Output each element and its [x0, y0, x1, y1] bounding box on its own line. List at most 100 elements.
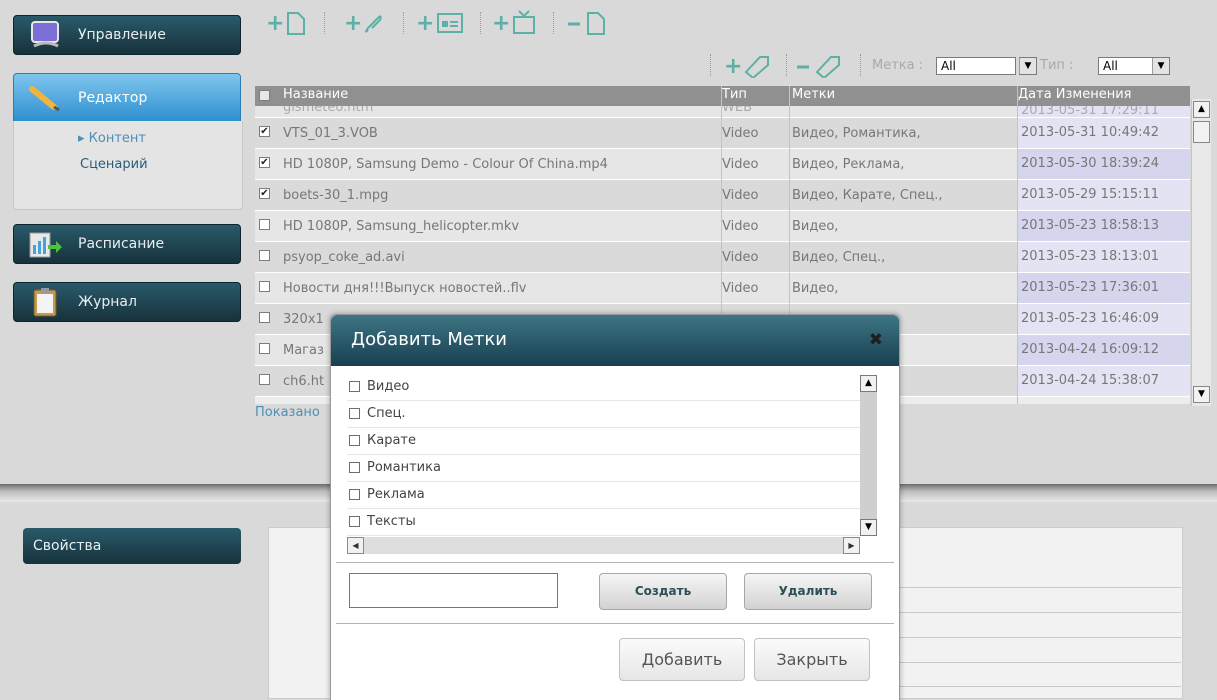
tag-checkbox[interactable]	[349, 462, 360, 473]
properties-line	[896, 637, 1181, 638]
type-filter-label: Тип :	[1040, 58, 1074, 73]
select-all-checkbox[interactable]	[259, 90, 270, 101]
row-checkbox[interactable]	[259, 343, 270, 354]
add-link-button[interactable]: +	[344, 10, 388, 41]
tag-filter-dropdown[interactable]: ▼	[1019, 57, 1037, 75]
cell-tags: Видео, Романтика,	[792, 126, 921, 141]
delete-tag-button[interactable]: Удалить	[744, 573, 872, 610]
properties-line	[896, 686, 1181, 687]
tag-checkbox[interactable]	[349, 435, 360, 446]
row-checkbox[interactable]: ✔	[259, 157, 270, 168]
cell-date: 2013-05-30 18:39:24	[1018, 149, 1190, 179]
tag-list-hscrollbar[interactable]: ◀ ▶	[347, 537, 860, 554]
nav-sub-content[interactable]: ▸ Контент	[78, 131, 146, 146]
tag-checkbox[interactable]	[349, 489, 360, 500]
type-filter-select[interactable]: All ▼	[1098, 57, 1170, 75]
table-scrollbar[interactable]: ▲ ▼	[1191, 99, 1211, 406]
toolbar-separator	[553, 12, 555, 34]
tag-list-scrollbar[interactable]: ▲ ▼	[860, 375, 877, 536]
col-type-header[interactable]: Тип	[722, 87, 747, 102]
tag-list-item[interactable]: Реклама	[347, 483, 860, 509]
nav-journal-label: Журнал	[78, 294, 137, 310]
svg-text:+: +	[724, 54, 742, 78]
cell-name: ch6.ht	[283, 374, 325, 389]
tag-list-item[interactable]: Романтика	[347, 456, 860, 482]
scroll-down-icon[interactable]: ▼	[860, 519, 877, 536]
tag-list-item[interactable]: Карате	[347, 429, 860, 455]
row-checkbox[interactable]: ✔	[259, 126, 270, 137]
remove-file-button[interactable]	[566, 10, 610, 41]
tag-filter-select[interactable]: All	[936, 57, 1016, 75]
close-icon[interactable]: ✖	[869, 330, 883, 350]
table-row[interactable]: psyop_coke_ad.avi Video Видео, Спец., 2013-…	[255, 242, 1190, 273]
table-row[interactable]: HD 1080P, Samsung_helicopter.mkv Video Вид…	[255, 211, 1190, 242]
scroll-up-icon[interactable]: ▲	[1193, 101, 1210, 118]
nav-journal[interactable]: Журнал	[13, 282, 241, 322]
dialog-separator	[336, 623, 894, 624]
scroll-right-icon[interactable]: ▶	[843, 537, 860, 554]
col-name-header[interactable]: Название	[283, 87, 348, 102]
row-checkbox[interactable]	[259, 312, 270, 323]
table-row[interactable]: ✔ HD 1080P, Samsung Demo - Colour Of Chin…	[255, 149, 1190, 180]
add-tag-button[interactable]: +	[724, 54, 772, 83]
svg-text:+: +	[344, 11, 362, 36]
table-row[interactable]: ✔ boets-30_1.mpg Video Видео, Карате, Спец.…	[255, 180, 1190, 211]
cell-name: psyop_coke_ad.avi	[283, 250, 405, 265]
cell-name: VTS_01_3.VOB	[283, 126, 378, 141]
nav-schedule[interactable]: Расписание	[13, 224, 241, 264]
remove-tag-button[interactable]	[795, 54, 843, 83]
cell-name: 320x1	[283, 312, 324, 327]
cell-name: Магаз	[283, 343, 324, 358]
table-row[interactable]: gismeteo.htm WEB 2013-05-31 17:29:11	[255, 106, 1190, 118]
nav-editor[interactable]: Редактор	[13, 73, 241, 122]
add-page-button[interactable]: +	[416, 10, 466, 41]
nav-management[interactable]: Управление	[13, 15, 241, 55]
row-checkbox[interactable]	[259, 374, 270, 385]
create-tag-button[interactable]: Создать	[599, 573, 727, 610]
tag-list-item[interactable]: Видео	[347, 375, 860, 401]
add-tv-button[interactable]: +	[492, 10, 540, 41]
cell-date: 2013-05-23 17:36:01	[1018, 273, 1190, 303]
tag-checkbox[interactable]	[349, 516, 360, 527]
scroll-left-icon[interactable]: ◀	[347, 537, 364, 554]
row-checkbox[interactable]	[259, 219, 270, 230]
tag-checkbox[interactable]	[349, 381, 360, 392]
new-tag-input[interactable]	[349, 573, 558, 608]
monitor-icon	[28, 20, 64, 50]
tag-label: Романтика	[367, 460, 441, 475]
cell-type: Video	[722, 219, 759, 234]
properties-button[interactable]: Свойства	[23, 528, 241, 564]
row-checkbox[interactable]	[259, 250, 270, 261]
tag-label: Карате	[367, 433, 416, 448]
scroll-thumb[interactable]	[1193, 121, 1210, 143]
col-date-header[interactable]: Дата Изменения	[1018, 87, 1132, 102]
toolbar-separator	[710, 54, 712, 76]
tag-checkbox[interactable]	[349, 408, 360, 419]
cell-tags: Видео, Спец.,	[792, 250, 886, 265]
toolbar-separator	[480, 12, 482, 34]
close-button-label: Закрыть	[776, 650, 848, 669]
add-file-button[interactable]: +	[266, 10, 310, 41]
dialog-title: Добавить Метки	[351, 329, 507, 350]
tag-list: Видео Спец. Карате Романтика Реклама Тексты	[347, 375, 860, 538]
table-row[interactable]: ✔ VTS_01_3.VOB Video Видео, Романтика, 2013-…	[255, 118, 1190, 149]
cell-type: Video	[722, 188, 759, 203]
chevron-down-icon: ▼	[1152, 58, 1169, 74]
scroll-up-icon[interactable]: ▲	[860, 375, 877, 392]
properties-label: Свойства	[33, 538, 102, 554]
chevron-down-icon: ▼	[1019, 58, 1036, 74]
svg-text:+: +	[416, 11, 434, 36]
svg-text:+: +	[492, 11, 510, 36]
nav-sub-scenario[interactable]: Сценарий	[80, 157, 148, 172]
column-divider	[1017, 86, 1018, 404]
tag-list-item[interactable]: Тексты	[347, 510, 860, 536]
row-checkbox[interactable]: ✔	[259, 188, 270, 199]
table-row[interactable]: Новости дня!!!Выпуск новостей..flv Video В…	[255, 273, 1190, 304]
scroll-down-icon[interactable]: ▼	[1193, 386, 1210, 403]
row-checkbox[interactable]	[259, 281, 270, 292]
add-button[interactable]: Добавить	[619, 638, 745, 681]
page-icon: +	[416, 11, 466, 42]
col-tags-header[interactable]: Метки	[792, 87, 835, 102]
tag-list-item[interactable]: Спец.	[347, 402, 860, 428]
close-button[interactable]: Закрыть	[754, 638, 870, 681]
